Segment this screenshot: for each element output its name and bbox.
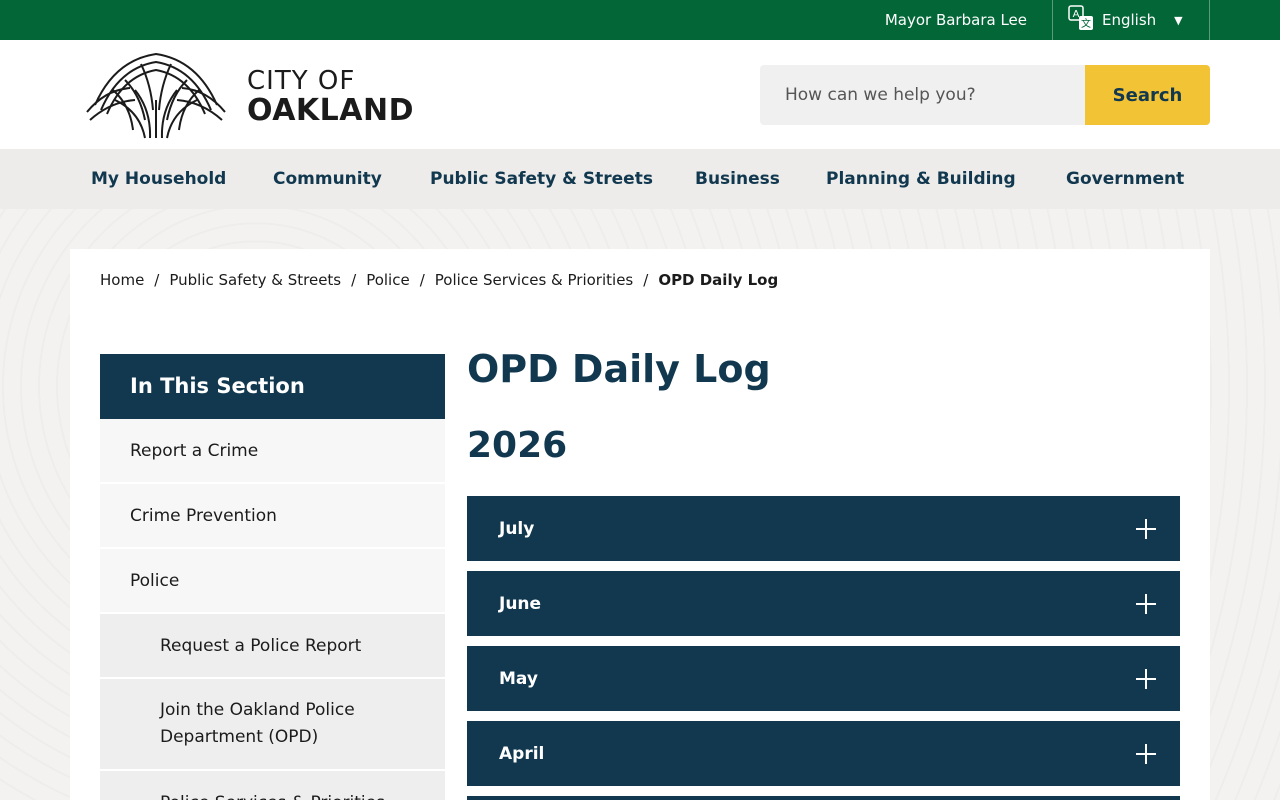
nav-government[interactable]: Government	[1066, 149, 1184, 209]
breadcrumb-separator: /	[351, 271, 357, 289]
sidebar-title: In This Section	[100, 354, 445, 419]
breadcrumb-separator: /	[154, 271, 160, 289]
year-heading: 2026	[467, 425, 568, 466]
sidebar-item-crime-prevention[interactable]: Crime Prevention	[100, 484, 445, 549]
breadcrumb: Home / Public Safety & Streets / Police / Poli…	[100, 271, 778, 289]
breadcrumb-separator: /	[643, 271, 649, 289]
search-button[interactable]: Search	[1085, 65, 1210, 125]
accordion-may[interactable]: May	[467, 646, 1180, 711]
sidebar-subitem-police-services[interactable]: Police Services & Priorities	[100, 771, 445, 800]
divider	[1209, 0, 1210, 40]
accordion-label: June	[499, 593, 542, 614]
oak-tree-icon	[85, 50, 227, 144]
site-header: CITY OF OAKLAND Search	[0, 40, 1280, 149]
language-label: English	[1102, 11, 1157, 29]
accordion-next[interactable]	[467, 796, 1180, 800]
site-search: Search	[760, 65, 1210, 125]
breadcrumb-separator: /	[419, 271, 425, 289]
sidebar-item-police[interactable]: Police	[100, 549, 445, 614]
plus-icon	[1136, 593, 1156, 614]
mayor-link[interactable]: Mayor Barbara Lee	[885, 0, 1027, 40]
logo-line-city-of: CITY OF	[247, 66, 356, 96]
svg-text:文: 文	[1081, 17, 1091, 30]
nav-community[interactable]: Community	[273, 149, 382, 209]
breadcrumb-home[interactable]: Home	[100, 271, 144, 289]
search-input[interactable]	[760, 65, 1085, 125]
accordion-label: July	[499, 518, 535, 539]
sidebar-item-report-a-crime[interactable]: Report a Crime	[100, 419, 445, 484]
translate-icon: A 文	[1068, 5, 1094, 35]
plus-icon	[1136, 518, 1156, 539]
accordion-june[interactable]: June	[467, 571, 1180, 636]
main-navigation: My Household Community Public Safety & S…	[0, 149, 1280, 209]
accordion-label: May	[499, 668, 538, 689]
accordion-july[interactable]: July	[467, 496, 1180, 561]
city-logo[interactable]: CITY OF OAKLAND	[85, 50, 414, 144]
language-selector[interactable]: A 文 English ▼	[1068, 0, 1183, 40]
nav-my-household[interactable]: My Household	[91, 149, 226, 209]
breadcrumb-public-safety[interactable]: Public Safety & Streets	[169, 271, 341, 289]
section-sidebar: In This Section Report a Crime Crime Pre…	[100, 354, 445, 800]
content-card: Home / Public Safety & Streets / Police / Poli…	[70, 249, 1210, 800]
logo-line-oakland: OAKLAND	[247, 93, 415, 128]
sidebar-subitem-request-report[interactable]: Request a Police Report	[100, 614, 445, 679]
sidebar-subitem-join-opd[interactable]: Join the Oakland Police Department (OPD)	[100, 679, 445, 771]
breadcrumb-current: OPD Daily Log	[658, 271, 779, 289]
divider	[1052, 0, 1053, 40]
svg-text:A: A	[1073, 9, 1080, 20]
plus-icon	[1136, 743, 1156, 764]
nav-business[interactable]: Business	[695, 149, 780, 209]
nav-public-safety-streets[interactable]: Public Safety & Streets	[430, 149, 653, 209]
logo-text: CITY OF OAKLAND	[247, 67, 414, 127]
accordion-label: April	[499, 743, 545, 764]
accordion-april[interactable]: April	[467, 721, 1180, 786]
chevron-down-icon: ▼	[1174, 13, 1183, 27]
nav-planning-building[interactable]: Planning & Building	[826, 149, 1016, 209]
utility-bar: Mayor Barbara Lee A 文 English ▼	[0, 0, 1280, 40]
breadcrumb-police-services[interactable]: Police Services & Priorities	[435, 271, 633, 289]
plus-icon	[1136, 668, 1156, 689]
breadcrumb-police[interactable]: Police	[366, 271, 410, 289]
page-title: OPD Daily Log	[467, 347, 771, 391]
